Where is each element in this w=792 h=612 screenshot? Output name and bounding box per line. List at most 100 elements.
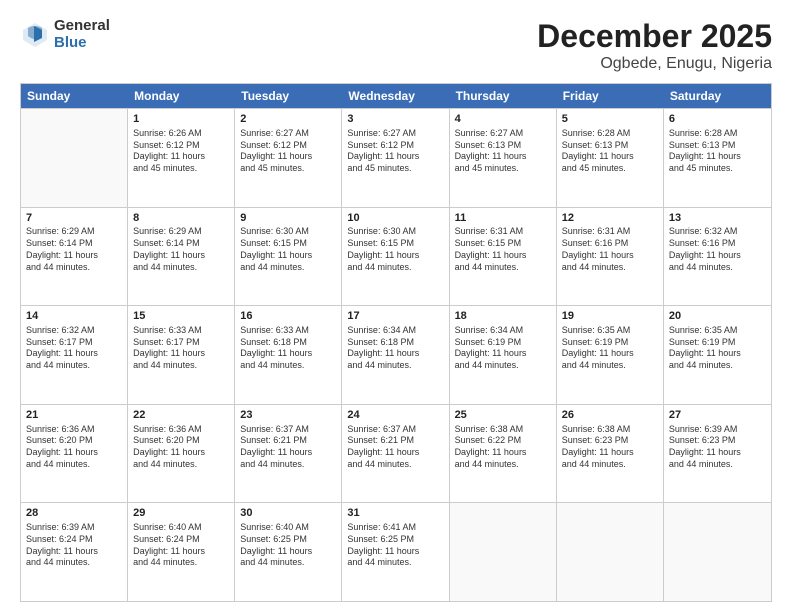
day-number: 23	[240, 408, 336, 423]
calendar-cell: 27Sunrise: 6:39 AM Sunset: 6:23 PM Dayli…	[664, 405, 771, 503]
calendar-cell	[664, 503, 771, 601]
weekday-header: Tuesday	[235, 84, 342, 108]
day-number: 20	[669, 309, 766, 324]
page-title: December 2025	[537, 18, 772, 55]
cell-info: Sunrise: 6:40 AM Sunset: 6:25 PM Dayligh…	[240, 522, 336, 569]
weekday-header: Saturday	[664, 84, 771, 108]
cell-info: Sunrise: 6:36 AM Sunset: 6:20 PM Dayligh…	[26, 424, 122, 471]
logo-icon	[20, 20, 50, 50]
cell-info: Sunrise: 6:39 AM Sunset: 6:23 PM Dayligh…	[669, 424, 766, 471]
calendar-cell: 2Sunrise: 6:27 AM Sunset: 6:12 PM Daylig…	[235, 109, 342, 207]
day-number: 26	[562, 408, 658, 423]
weekday-header: Sunday	[21, 84, 128, 108]
calendar-cell: 14Sunrise: 6:32 AM Sunset: 6:17 PM Dayli…	[21, 306, 128, 404]
calendar-cell: 29Sunrise: 6:40 AM Sunset: 6:24 PM Dayli…	[128, 503, 235, 601]
day-number: 16	[240, 309, 336, 324]
calendar-cell	[450, 503, 557, 601]
calendar-cell: 21Sunrise: 6:36 AM Sunset: 6:20 PM Dayli…	[21, 405, 128, 503]
calendar-cell: 16Sunrise: 6:33 AM Sunset: 6:18 PM Dayli…	[235, 306, 342, 404]
calendar-cell: 3Sunrise: 6:27 AM Sunset: 6:12 PM Daylig…	[342, 109, 449, 207]
calendar-cell: 4Sunrise: 6:27 AM Sunset: 6:13 PM Daylig…	[450, 109, 557, 207]
calendar-header: SundayMondayTuesdayWednesdayThursdayFrid…	[21, 84, 771, 108]
cell-info: Sunrise: 6:37 AM Sunset: 6:21 PM Dayligh…	[240, 424, 336, 471]
day-number: 24	[347, 408, 443, 423]
cell-info: Sunrise: 6:32 AM Sunset: 6:16 PM Dayligh…	[669, 226, 766, 273]
calendar-cell	[557, 503, 664, 601]
weekday-header: Monday	[128, 84, 235, 108]
cell-info: Sunrise: 6:27 AM Sunset: 6:12 PM Dayligh…	[347, 128, 443, 175]
day-number: 3	[347, 112, 443, 127]
calendar-cell: 8Sunrise: 6:29 AM Sunset: 6:14 PM Daylig…	[128, 208, 235, 306]
page: General Blue December 2025 Ogbede, Enugu…	[0, 0, 792, 612]
cell-info: Sunrise: 6:31 AM Sunset: 6:15 PM Dayligh…	[455, 226, 551, 273]
calendar-cell: 10Sunrise: 6:30 AM Sunset: 6:15 PM Dayli…	[342, 208, 449, 306]
calendar-cell: 15Sunrise: 6:33 AM Sunset: 6:17 PM Dayli…	[128, 306, 235, 404]
cell-info: Sunrise: 6:40 AM Sunset: 6:24 PM Dayligh…	[133, 522, 229, 569]
cell-info: Sunrise: 6:37 AM Sunset: 6:21 PM Dayligh…	[347, 424, 443, 471]
logo-text: General Blue	[54, 18, 110, 51]
cell-info: Sunrise: 6:32 AM Sunset: 6:17 PM Dayligh…	[26, 325, 122, 372]
calendar-cell: 30Sunrise: 6:40 AM Sunset: 6:25 PM Dayli…	[235, 503, 342, 601]
cell-info: Sunrise: 6:35 AM Sunset: 6:19 PM Dayligh…	[562, 325, 658, 372]
cell-info: Sunrise: 6:33 AM Sunset: 6:18 PM Dayligh…	[240, 325, 336, 372]
calendar-cell: 26Sunrise: 6:38 AM Sunset: 6:23 PM Dayli…	[557, 405, 664, 503]
calendar-row: 28Sunrise: 6:39 AM Sunset: 6:24 PM Dayli…	[21, 502, 771, 601]
calendar-row: 7 Sunrise: 6:29 AM Sunset: 6:14 PM Daylig…	[21, 207, 771, 306]
day-number: 30	[240, 506, 336, 521]
cell-info: Sunrise: 6:27 AM Sunset: 6:13 PM Dayligh…	[455, 128, 551, 175]
cell-info: Sunrise: 6:38 AM Sunset: 6:23 PM Dayligh…	[562, 424, 658, 471]
day-number: 19	[562, 309, 658, 324]
day-number: 14	[26, 309, 122, 324]
calendar-cell: 31Sunrise: 6:41 AM Sunset: 6:25 PM Dayli…	[342, 503, 449, 601]
day-number: 5	[562, 112, 658, 127]
day-number: 27	[669, 408, 766, 423]
day-number: 2	[240, 112, 336, 127]
cell-info: Sunrise: 6:31 AM Sunset: 6:16 PM Dayligh…	[562, 226, 658, 273]
logo-general-text: General	[54, 18, 110, 35]
calendar-row: 1Sunrise: 6:26 AM Sunset: 6:12 PM Daylig…	[21, 108, 771, 207]
cell-info: Sunrise: 6:28 AM Sunset: 6:13 PM Dayligh…	[562, 128, 658, 175]
calendar-cell: 22Sunrise: 6:36 AM Sunset: 6:20 PM Dayli…	[128, 405, 235, 503]
day-number: 18	[455, 309, 551, 324]
calendar-cell: 24Sunrise: 6:37 AM Sunset: 6:21 PM Dayli…	[342, 405, 449, 503]
day-number: 1	[133, 112, 229, 127]
cell-info: Sunrise: 6:36 AM Sunset: 6:20 PM Dayligh…	[133, 424, 229, 471]
weekday-header: Wednesday	[342, 84, 449, 108]
cell-info: Sunrise: 6:33 AM Sunset: 6:17 PM Dayligh…	[133, 325, 229, 372]
calendar-cell: 6Sunrise: 6:28 AM Sunset: 6:13 PM Daylig…	[664, 109, 771, 207]
weekday-header: Thursday	[450, 84, 557, 108]
calendar-cell: 17Sunrise: 6:34 AM Sunset: 6:18 PM Dayli…	[342, 306, 449, 404]
calendar-cell: 13Sunrise: 6:32 AM Sunset: 6:16 PM Dayli…	[664, 208, 771, 306]
cell-info: Sunrise: 6:30 AM Sunset: 6:15 PM Dayligh…	[347, 226, 443, 273]
calendar-cell: 1Sunrise: 6:26 AM Sunset: 6:12 PM Daylig…	[128, 109, 235, 207]
day-number: 31	[347, 506, 443, 521]
calendar-cell: 7Sunrise: 6:29 AM Sunset: 6:14 PM Daylig…	[21, 208, 128, 306]
calendar-cell: 11Sunrise: 6:31 AM Sunset: 6:15 PM Dayli…	[450, 208, 557, 306]
calendar-cell: 12Sunrise: 6:31 AM Sunset: 6:16 PM Dayli…	[557, 208, 664, 306]
logo: General Blue	[20, 18, 110, 51]
calendar-cell	[21, 109, 128, 207]
day-number: 7	[26, 211, 122, 226]
cell-info: Sunrise: 6:30 AM Sunset: 6:15 PM Dayligh…	[240, 226, 336, 273]
calendar-cell: 25Sunrise: 6:38 AM Sunset: 6:22 PM Dayli…	[450, 405, 557, 503]
calendar-cell: 20Sunrise: 6:35 AM Sunset: 6:19 PM Dayli…	[664, 306, 771, 404]
day-number: 29	[133, 506, 229, 521]
cell-info: Sunrise: 6:34 AM Sunset: 6:18 PM Dayligh…	[347, 325, 443, 372]
day-number: 21	[26, 408, 122, 423]
day-number: 9	[240, 211, 336, 226]
calendar-cell: 5Sunrise: 6:28 AM Sunset: 6:13 PM Daylig…	[557, 109, 664, 207]
day-number: 15	[133, 309, 229, 324]
page-subtitle: Ogbede, Enugu, Nigeria	[537, 55, 772, 73]
day-number: 4	[455, 112, 551, 127]
day-number: 13	[669, 211, 766, 226]
weekday-header: Friday	[557, 84, 664, 108]
logo-blue-text: Blue	[54, 35, 110, 52]
cell-info: Sunrise: 6:29 AM Sunset: 6:14 PM Dayligh…	[133, 226, 229, 273]
title-block: December 2025 Ogbede, Enugu, Nigeria	[537, 18, 772, 73]
calendar-cell: 9Sunrise: 6:30 AM Sunset: 6:15 PM Daylig…	[235, 208, 342, 306]
cell-info: Sunrise: 6:34 AM Sunset: 6:19 PM Dayligh…	[455, 325, 551, 372]
cell-info: Sunrise: 6:39 AM Sunset: 6:24 PM Dayligh…	[26, 522, 122, 569]
calendar: SundayMondayTuesdayWednesdayThursdayFrid…	[20, 83, 772, 602]
day-number: 6	[669, 112, 766, 127]
day-number: 28	[26, 506, 122, 521]
